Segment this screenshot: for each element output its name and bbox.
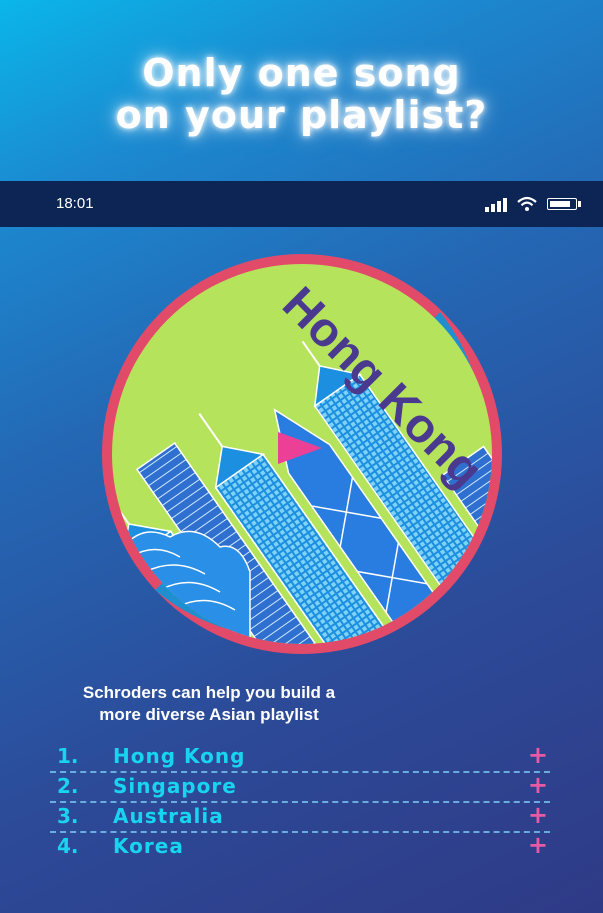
add-icon[interactable]: + — [528, 741, 548, 769]
ad-frame: Only one song on your playlist? 18:01 Ho… — [0, 0, 603, 913]
add-icon[interactable]: + — [528, 831, 548, 859]
playlist-item[interactable]: 3. Australia + — [50, 801, 550, 833]
headline-line-2: on your playlist? — [115, 93, 488, 137]
status-time: 18:01 — [56, 195, 94, 212]
track-name[interactable]: Hong Kong — [113, 744, 245, 768]
headline-line-1: Only one song — [142, 51, 461, 95]
playlist-item[interactable]: 2. Singapore + — [50, 771, 550, 803]
playlist-item[interactable]: 4. Korea + — [50, 831, 550, 861]
caption: Schroders can help you build a more dive… — [0, 682, 418, 726]
playlist-item[interactable]: 1. Hong Kong + — [50, 741, 550, 773]
track-name[interactable]: Korea — [113, 834, 184, 858]
headline: Only one song on your playlist? — [0, 52, 603, 136]
track-name[interactable]: Australia — [113, 804, 224, 828]
status-bar: 18:01 — [0, 181, 603, 227]
track-number: 4. — [57, 834, 79, 858]
caption-line-2: more diverse Asian playlist — [99, 705, 319, 724]
add-icon[interactable]: + — [528, 801, 548, 829]
wifi-icon — [517, 196, 537, 211]
signal-icon — [485, 196, 507, 212]
track-number: 1. — [57, 744, 79, 768]
track-number: 3. — [57, 804, 79, 828]
track-number: 2. — [57, 774, 79, 798]
caption-line-1: Schroders can help you build a — [82, 683, 336, 702]
battery-icon — [547, 198, 581, 210]
playlist: 1. Hong Kong + 2. Singapore + 3. Austral… — [50, 741, 550, 861]
album-art[interactable]: Hong Kong — [100, 252, 504, 656]
add-icon[interactable]: + — [528, 771, 548, 799]
track-name[interactable]: Singapore — [113, 774, 237, 798]
status-icons — [485, 193, 581, 215]
